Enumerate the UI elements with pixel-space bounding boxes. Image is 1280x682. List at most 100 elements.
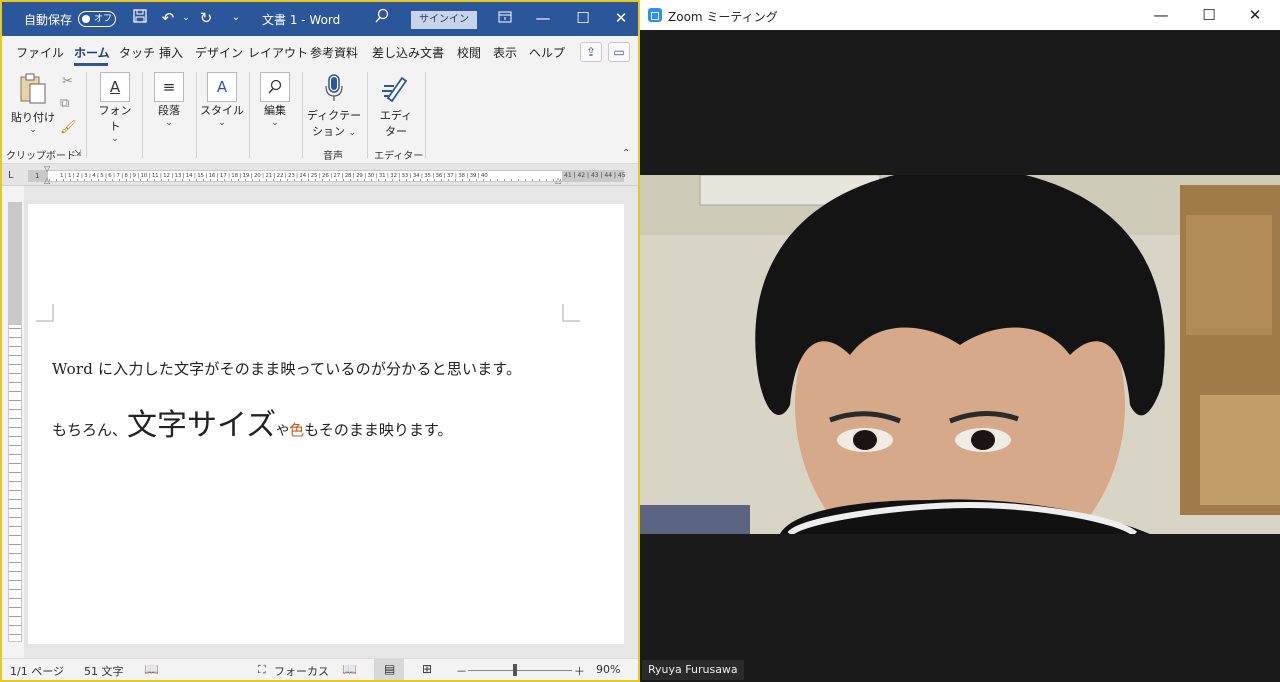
styles-label: スタイル <box>200 104 244 117</box>
signin-button[interactable]: サインイン <box>411 11 477 29</box>
proofing-icon[interactable]: 📖 <box>144 662 159 676</box>
close-icon[interactable]: ✕ <box>1240 5 1270 25</box>
document-area[interactable]: Word に入力した文字がそのまま映っているのが分かると思います。 もちろん、文… <box>24 186 638 658</box>
dictate-label-2: ション <box>311 125 345 138</box>
minimize-icon[interactable]: — <box>1146 5 1176 25</box>
paragraph-icon: ≡ <box>154 72 184 102</box>
read-mode-icon[interactable]: 📖 <box>342 662 357 676</box>
zoom-slider-thumb[interactable] <box>513 664 517 676</box>
font-button[interactable]: A フォント ⌄ <box>94 72 136 144</box>
tab-references[interactable]: 参考資料 <box>310 44 358 61</box>
tab-home[interactable]: ホーム <box>74 44 110 61</box>
tab-review[interactable]: 校閲 <box>457 44 481 61</box>
undo-icon[interactable]: ↶ <box>158 8 178 28</box>
autosave-label: 自動保存 <box>24 13 73 27</box>
paragraph-button[interactable]: ≡ 段落 ⌄ <box>148 72 190 128</box>
zoom-slider[interactable] <box>468 670 572 671</box>
tab-design[interactable]: デザイン <box>195 44 243 61</box>
word-count[interactable]: 51 文字 <box>84 663 124 679</box>
word-window: 自動保存 オフ ↶ ⌄ ↻ ⌄ 文書 1 - Word サインイン — ☐ ✕ … <box>0 0 640 682</box>
paste-icon <box>20 73 46 104</box>
styles-button[interactable]: A スタイル ⌄ <box>200 72 244 128</box>
font-icon: A <box>100 72 130 102</box>
dictate-dropdown-icon[interactable]: ⌄ <box>348 128 356 138</box>
vertical-ruler-margin <box>9 203 21 325</box>
microphone-icon <box>325 74 343 101</box>
document-text-line-1[interactable]: Word に入力した文字がそのまま映っているのが分かると思います。 <box>52 358 521 379</box>
participant-video[interactable] <box>640 175 1280 534</box>
share-icon[interactable]: ⇪ <box>580 42 602 62</box>
editor-button[interactable]: エディ ター <box>372 72 420 139</box>
paste-button[interactable]: 貼り付け ⌄ <box>10 72 56 135</box>
vertical-ruler[interactable] <box>8 202 22 642</box>
tab-touch[interactable]: タッチ <box>119 44 155 61</box>
focus-icon[interactable]: ⛶ <box>258 663 266 677</box>
group-label-voice: 音声 <box>323 151 343 162</box>
copy-icon[interactable]: ⧉ <box>60 96 69 111</box>
undo-dropdown-icon[interactable]: ⌄ <box>176 8 196 28</box>
ribbon-tabs: ファイル ホーム タッチ 挿入 デザイン レイアウト 参考資料 差し込み文書 校… <box>2 36 638 66</box>
ruler-labels-right: 41 | 42 | 43 | 44 | 45 <box>564 172 626 179</box>
ribbon-display-options-icon[interactable] <box>490 8 520 28</box>
dictate-button[interactable]: ディクテー ション ⌄ <box>306 72 362 139</box>
paste-label: 貼り付け <box>11 111 55 124</box>
toggle-knob <box>82 15 90 23</box>
corner-mark <box>36 304 54 322</box>
paste-dropdown-icon[interactable]: ⌄ <box>10 125 56 135</box>
editor-label-2: ター <box>385 125 407 138</box>
page-count[interactable]: 1/1 ページ <box>10 663 64 679</box>
autosave-toggle[interactable]: オフ <box>78 11 116 27</box>
tab-file[interactable]: ファイル <box>16 44 64 61</box>
document-text-line-2[interactable]: もちろん、文字サイズや色もそのまま映ります。 <box>52 400 452 444</box>
document-page[interactable]: Word に入力した文字がそのまま映っているのが分かると思います。 もちろん、文… <box>28 204 624 644</box>
maximize-icon[interactable]: ☐ <box>1194 5 1224 25</box>
horizontal-ruler[interactable]: L 1 1 | 1 | 2 | 3 | 4 | 5 | 6 | 7 | 8 | … <box>2 164 638 186</box>
zoom-level[interactable]: 90% <box>596 663 620 676</box>
clipboard-launcher-icon[interactable]: ⇲ <box>74 149 82 159</box>
autosave-state: オフ <box>94 14 113 24</box>
word-titlebar: 自動保存 オフ ↶ ⌄ ↻ ⌄ 文書 1 - Word サインイン — ☐ ✕ <box>2 2 638 36</box>
corner-mark <box>562 304 580 322</box>
editing-dropdown-icon: ⌄ <box>271 118 279 128</box>
editing-button[interactable]: 編集 ⌄ <box>254 72 296 128</box>
text-run-colored: 色 <box>289 421 305 439</box>
left-indent-marker[interactable]: △ <box>44 176 50 185</box>
cut-icon[interactable]: ✂ <box>62 74 73 89</box>
tab-view[interactable]: 表示 <box>493 44 517 61</box>
editing-label: 編集 <box>264 104 286 117</box>
tab-mailings[interactable]: 差し込み文書 <box>372 44 444 61</box>
format-painter-icon[interactable]: 🖌 <box>60 120 77 135</box>
zoom-out-button[interactable]: － <box>456 663 467 679</box>
comments-icon[interactable]: ▭ <box>608 42 630 62</box>
focus-mode-button[interactable]: フォーカス <box>274 663 329 679</box>
first-line-indent-marker[interactable]: ▽ <box>44 164 50 173</box>
minimize-icon[interactable]: — <box>528 8 558 28</box>
web-layout-icon[interactable]: ⊞ <box>422 662 432 676</box>
styles-dropdown-icon: ⌄ <box>218 118 226 128</box>
editor-pen-icon <box>382 76 408 103</box>
text-run-small: や <box>276 424 290 439</box>
tab-selector[interactable]: L <box>8 170 20 182</box>
zoom-in-button[interactable]: ＋ <box>574 663 585 679</box>
font-dropdown-icon: ⌄ <box>111 134 119 144</box>
tab-layout[interactable]: レイアウト <box>248 44 308 61</box>
ribbon-separator <box>142 72 143 158</box>
ribbon-separator <box>249 72 250 158</box>
redo-icon[interactable]: ↻ <box>196 8 216 28</box>
ribbon-separator <box>367 72 368 158</box>
text-run: もちろん、 <box>52 421 128 439</box>
webcam-image <box>640 175 1280 534</box>
tab-help[interactable]: ヘルプ <box>529 44 565 61</box>
zoom-titlebar: Zoom ミーティング — ☐ ✕ <box>640 0 1280 30</box>
customize-qat-icon[interactable]: ⌄ <box>226 8 246 28</box>
status-bar: 1/1 ページ 51 文字 📖 ⛶ フォーカス 📖 ▤ ⊞ － ＋ 90% <box>2 658 638 680</box>
text-run-large: 文字サイズ <box>127 408 277 443</box>
tab-insert[interactable]: 挿入 <box>159 44 183 61</box>
save-icon[interactable] <box>130 8 150 29</box>
search-icon[interactable] <box>372 8 392 29</box>
ribbon-separator <box>196 72 197 158</box>
close-icon[interactable]: ✕ <box>606 8 636 28</box>
right-indent-marker[interactable]: △ <box>555 176 561 185</box>
collapse-ribbon-icon[interactable]: ⌃ <box>622 148 630 159</box>
maximize-icon[interactable]: ☐ <box>568 8 598 28</box>
